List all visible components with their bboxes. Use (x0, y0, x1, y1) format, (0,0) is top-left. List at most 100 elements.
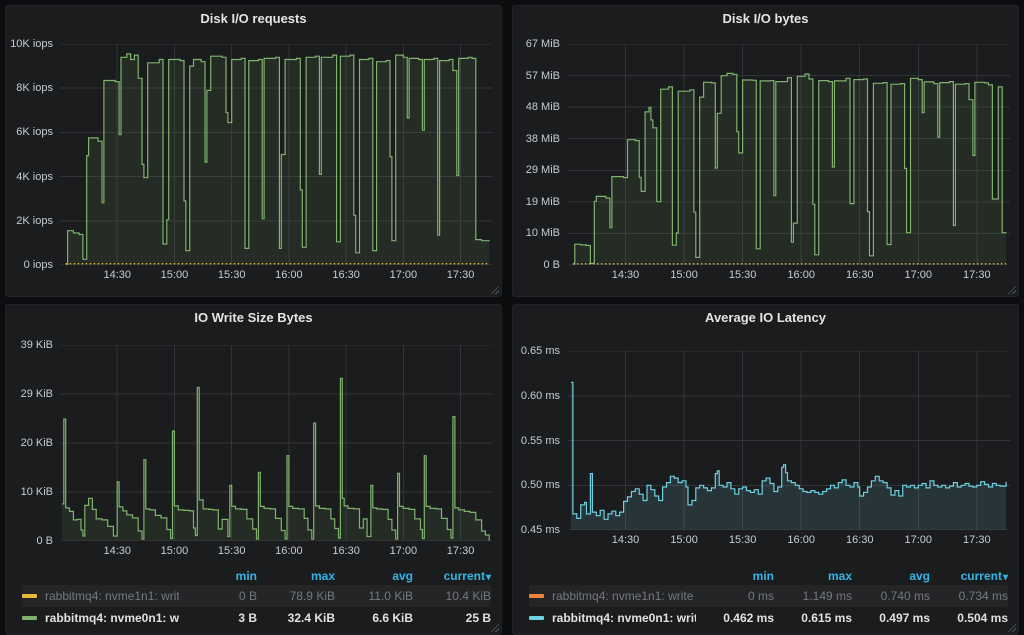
x-axis-io-write-size-bytes: 14:3015:0015:3016:0016:3017:0017:30 (60, 541, 493, 561)
plot-disk-io-bytes[interactable] (567, 44, 1010, 265)
x-axis-tick-label: 16:30 (332, 269, 360, 281)
panel-title-io-write-size-bytes[interactable]: IO Write Size Bytes (6, 305, 501, 329)
y-axis-tick-label: 0.45 ms (521, 524, 560, 536)
y-axis-tick-label: 10K iops (10, 38, 53, 50)
legend-row-nvme1n1: rabbitmq4: nvme1n1: write 0 ms 1.149 ms … (529, 585, 1008, 607)
x-axis-tick-label: 16:30 (846, 269, 874, 281)
legend-sort-avg[interactable]: avg (335, 569, 413, 583)
x-axis-tick-label: 15:30 (218, 269, 246, 281)
series-name[interactable]: rabbitmq4: nvme1n1: write (552, 589, 696, 603)
x-axis-tick-label: 17:30 (963, 269, 991, 281)
panel-resize-handle[interactable] (490, 285, 499, 294)
legend-sort-max[interactable]: max (774, 569, 852, 583)
dashboard-grid: Disk I/O requests 0 iops2K iops4K iops6K… (0, 0, 1024, 635)
plot-average-io-latency[interactable] (567, 351, 1010, 530)
x-axis-tick-label: 17:00 (905, 269, 933, 281)
chart-area: 0 B10 MiB19 MiB29 MiB38 MiB48 MiB57 MiB6… (513, 30, 1018, 285)
panel-title-disk-io-bytes[interactable]: Disk I/O bytes (513, 6, 1018, 30)
y-axis-disk-io-requests: 0 iops2K iops4K iops6K iops8K iops10K io… (8, 44, 60, 265)
y-axis-tick-label: 57 MiB (526, 70, 560, 82)
x-axis-tick-label: 17:30 (447, 269, 475, 281)
chart-area: 0 iops2K iops4K iops6K iops8K iops10K io… (6, 30, 501, 285)
legend-sort-current[interactable]: current▾ (413, 569, 491, 583)
series-color-swatch[interactable] (529, 594, 544, 598)
legend-current-value: 25 B (413, 611, 491, 625)
panel-resize-handle[interactable] (1007, 623, 1016, 632)
legend-average-io-latency: min max avg current▾ rabbitmq4: nvme1n1:… (513, 566, 1018, 634)
y-axis-io-write-size-bytes: 0 B10 KiB20 KiB29 KiB39 KiB (8, 345, 60, 541)
y-axis-average-io-latency: 0.45 ms0.50 ms0.55 ms0.60 ms0.65 ms (515, 351, 567, 530)
y-axis-tick-label: 0.50 ms (521, 479, 560, 491)
x-axis-tick-label: 16:30 (332, 545, 360, 557)
legend-min-value: 0 ms (696, 589, 774, 603)
legend-avg-value: 0.497 ms (852, 611, 930, 625)
legend-header: min max avg current▾ (529, 566, 1008, 585)
legend-current-value: 10.4 KiB (413, 589, 491, 603)
legend-sort-min[interactable]: min (696, 569, 774, 583)
legend-sort-min[interactable]: min (179, 569, 257, 583)
series-name[interactable]: rabbitmq4: nvme0n1: write (552, 611, 696, 625)
legend-min-value: 3 B (179, 611, 257, 625)
legend-avg-value: 11.0 KiB (335, 589, 413, 603)
y-axis-disk-io-bytes: 0 B10 MiB19 MiB29 MiB38 MiB48 MiB57 MiB6… (515, 44, 567, 265)
x-axis-tick-label: 15:00 (161, 269, 189, 281)
chart-area: 0 B10 KiB20 KiB29 KiB39 KiB 14:3015:0015… (6, 329, 501, 561)
legend-sort-current-label: current (961, 569, 1002, 583)
series-color-swatch[interactable] (529, 616, 544, 620)
panel-title-disk-io-requests[interactable]: Disk I/O requests (6, 6, 501, 30)
y-axis-tick-label: 29 KiB (21, 388, 53, 400)
x-axis-tick-label: 16:00 (275, 545, 303, 557)
x-axis-tick-label: 14:30 (103, 545, 131, 557)
x-axis-tick-label: 15:00 (670, 534, 698, 546)
x-axis-tick-label: 16:00 (275, 269, 303, 281)
y-axis-tick-label: 2K iops (16, 215, 53, 227)
panel-disk-io-requests: Disk I/O requests 0 iops2K iops4K iops6K… (5, 5, 502, 297)
x-axis-tick-label: 17:30 (447, 545, 475, 557)
y-axis-tick-label: 20 KiB (21, 437, 53, 449)
legend-current-value: 0.734 ms (930, 589, 1008, 603)
x-axis-tick-label: 17:00 (905, 534, 933, 546)
y-axis-tick-label: 10 KiB (21, 486, 53, 498)
legend-min-value: 0 B (179, 589, 257, 603)
x-axis-tick-label: 15:30 (729, 269, 757, 281)
plot-disk-io-requests[interactable] (60, 44, 493, 265)
x-axis-tick-label: 16:00 (787, 269, 815, 281)
series-name[interactable]: rabbitmq4: nvme1n1: write (45, 589, 179, 603)
y-axis-tick-label: 19 MiB (526, 196, 560, 208)
legend-sort-current[interactable]: current▾ (930, 569, 1008, 583)
series-name[interactable]: rabbitmq4: nvme0n1: write (45, 611, 179, 625)
series-color-swatch[interactable] (22, 616, 37, 620)
sort-descending-caret-icon: ▾ (1003, 572, 1008, 583)
y-axis-tick-label: 10 MiB (526, 227, 560, 239)
panel-title-average-io-latency[interactable]: Average IO Latency (513, 305, 1018, 329)
panel-resize-handle[interactable] (490, 623, 499, 632)
x-axis-tick-label: 15:30 (218, 545, 246, 557)
legend-sort-max[interactable]: max (257, 569, 335, 583)
legend-max-value: 0.615 ms (774, 611, 852, 625)
x-axis-tick-label: 17:30 (963, 534, 991, 546)
y-axis-tick-label: 29 MiB (526, 164, 560, 176)
legend-max-value: 32.4 KiB (257, 611, 335, 625)
y-axis-tick-label: 0 B (36, 535, 53, 547)
legend-io-write-size-bytes: min max avg current▾ rabbitmq4: nvme1n1:… (6, 566, 501, 634)
y-axis-tick-label: 4K iops (16, 171, 53, 183)
panel-resize-handle[interactable] (1007, 285, 1016, 294)
chart-area: 0.45 ms0.50 ms0.55 ms0.60 ms0.65 ms 14:3… (513, 329, 1018, 550)
y-axis-tick-label: 39 KiB (21, 339, 53, 351)
x-axis-tick-label: 14:30 (103, 269, 131, 281)
series-color-swatch[interactable] (22, 594, 37, 598)
legend-current-value: 0.504 ms (930, 611, 1008, 625)
panel-io-write-size-bytes: IO Write Size Bytes 0 B 10 KiB 20 KiB 29 Ki… (5, 304, 502, 635)
y-axis-tick-label: 8K iops (16, 82, 53, 94)
x-axis-disk-io-requests: 14:30 15:00 15:30 16:00 16:30 17:00 17:30 (60, 265, 493, 285)
legend-row-nvme1n1: rabbitmq4: nvme1n1: write 0 B 78.9 KiB 1… (22, 585, 491, 607)
x-axis-tick-label: 14:30 (612, 534, 640, 546)
legend-row-nvme0n1: rabbitmq4: nvme0n1: write 0.462 ms 0.615… (529, 607, 1008, 629)
legend-sort-avg[interactable]: avg (852, 569, 930, 583)
legend-avg-value: 0.740 ms (852, 589, 930, 603)
x-axis-tick-label: 17:00 (390, 269, 418, 281)
legend-header: min max avg current▾ (22, 566, 491, 585)
plot-io-write-size-bytes[interactable] (60, 345, 493, 541)
x-axis-tick-label: 16:30 (846, 534, 874, 546)
panel-disk-io-bytes: Disk I/O bytes 0 B10 MiB19 MiB29 MiB38 M… (512, 5, 1019, 297)
